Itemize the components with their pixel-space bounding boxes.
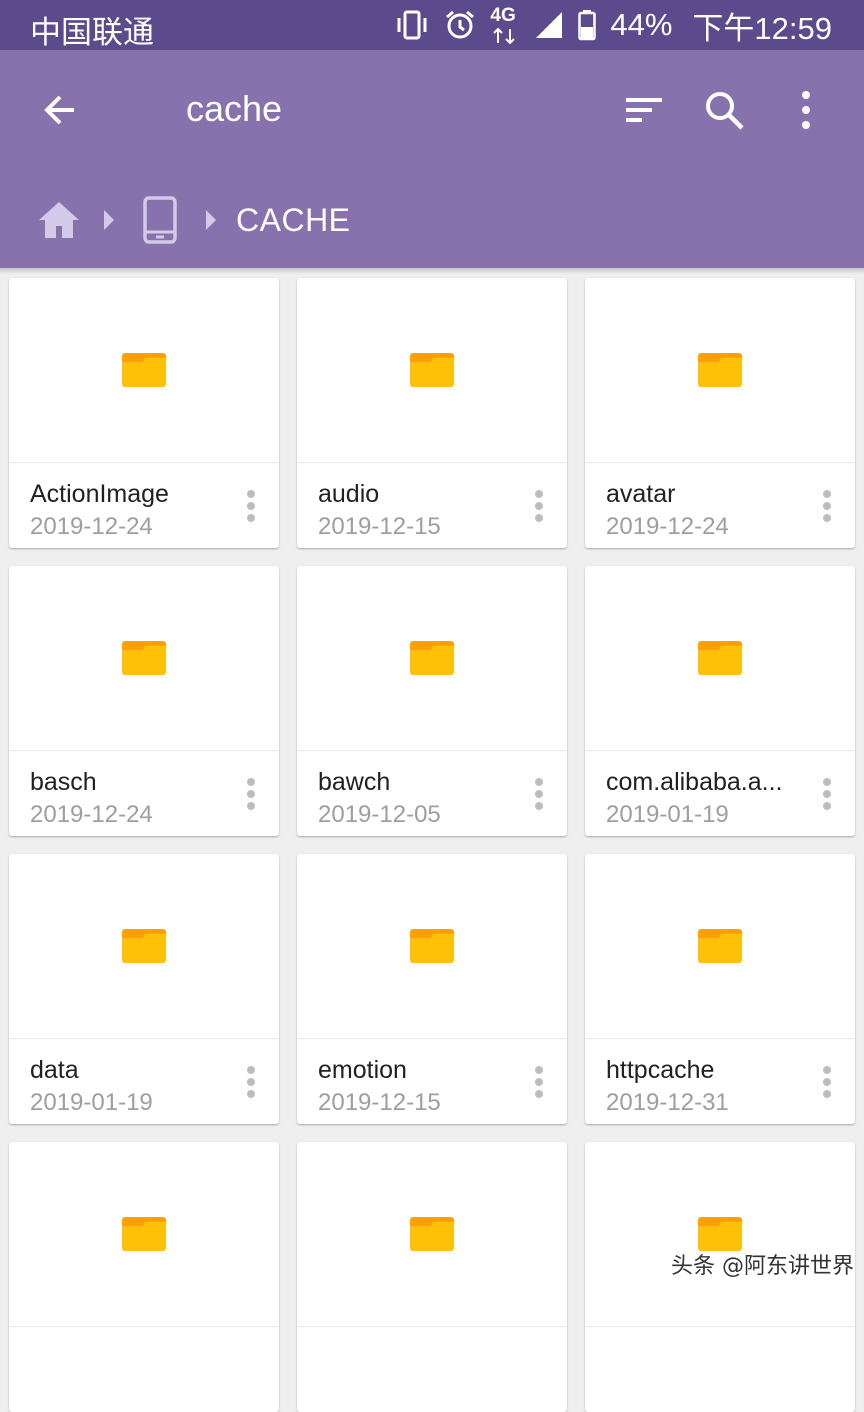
- folder-date: 2019-12-15: [318, 513, 441, 540]
- folder-date: 2019-01-19: [30, 1089, 153, 1116]
- folder-thumbnail: [297, 854, 567, 1039]
- folder-icon: [122, 1217, 166, 1251]
- folder-icon: [698, 1217, 742, 1251]
- folder-name: bawch: [318, 768, 391, 796]
- app-bar: cache CACHE: [0, 50, 864, 268]
- chevron-right-icon: [102, 209, 116, 231]
- alarm-icon: [444, 9, 476, 41]
- watermark: 头条 @阿东讲世界: [671, 1254, 854, 1279]
- more-vert-icon[interactable]: [237, 774, 265, 814]
- folder-name: basch: [30, 768, 97, 796]
- more-vert-icon[interactable]: [525, 774, 553, 814]
- status-icons: 4G 44% 下午12:59: [394, 0, 832, 50]
- folder-name: audio: [318, 480, 380, 508]
- folder-icon: [698, 641, 742, 675]
- folder-thumbnail: [297, 278, 567, 463]
- folder-thumbnail: [585, 566, 855, 751]
- folder-thumbnail: [9, 566, 279, 751]
- breadcrumb: CACHE: [0, 190, 864, 250]
- folder-name: emotion: [318, 1056, 407, 1084]
- more-vert-icon[interactable]: [782, 86, 830, 134]
- folder-thumbnail: [9, 854, 279, 1039]
- folder-card[interactable]: avatar 2019-12-24: [585, 278, 855, 548]
- folder-card[interactable]: bawch 2019-12-05: [297, 566, 567, 836]
- folder-date: 2019-12-15: [318, 1089, 441, 1116]
- page-title: cache: [186, 88, 283, 129]
- folder-card[interactable]: com.alibaba.a... 2019-01-19: [585, 566, 855, 836]
- more-vert-icon[interactable]: [525, 1062, 553, 1102]
- phone-icon[interactable]: [143, 196, 177, 244]
- folder-icon: [410, 929, 454, 963]
- folder-thumbnail: [585, 278, 855, 463]
- folder-date: 2019-12-24: [30, 513, 153, 540]
- more-vert-icon[interactable]: [813, 774, 841, 814]
- more-vert-icon[interactable]: [525, 486, 553, 526]
- folder-date: 2019-12-31: [606, 1089, 729, 1116]
- folder-icon: [122, 641, 166, 675]
- clock: 下午12:59: [692, 10, 832, 46]
- folder-card[interactable]: data 2019-01-19: [9, 854, 279, 1124]
- more-vert-icon[interactable]: [813, 486, 841, 526]
- folder-card[interactable]: [9, 1142, 279, 1412]
- folder-card[interactable]: emotion 2019-12-15: [297, 854, 567, 1124]
- folder-date: 2019-01-19: [606, 801, 729, 828]
- folder-card[interactable]: basch 2019-12-24: [9, 566, 279, 836]
- folder-icon: [122, 353, 166, 387]
- more-vert-icon[interactable]: [813, 1062, 841, 1102]
- folder-card[interactable]: audio 2019-12-15: [297, 278, 567, 548]
- back-arrow-icon[interactable]: [36, 86, 84, 134]
- folder-thumbnail: [297, 566, 567, 751]
- folder-icon: [410, 641, 454, 675]
- more-vert-icon[interactable]: [237, 1062, 265, 1102]
- folder-name: data: [30, 1056, 79, 1084]
- battery-percent: 44%: [610, 7, 673, 42]
- folder-name: ActionImage: [30, 480, 169, 508]
- folder-thumbnail: [585, 854, 855, 1039]
- folder-name: com.alibaba.a...: [606, 768, 783, 796]
- folder-card[interactable]: [297, 1142, 567, 1412]
- breadcrumb-current[interactable]: CACHE: [236, 202, 351, 239]
- folder-card[interactable]: ActionImage 2019-12-24: [9, 278, 279, 548]
- folder-date: 2019-12-24: [30, 801, 153, 828]
- folder-thumbnail: [585, 1142, 855, 1327]
- folder-thumbnail: [9, 1142, 279, 1327]
- app-bar-shadow: [0, 268, 864, 274]
- folder-icon: [698, 929, 742, 963]
- folder-thumbnail: [9, 278, 279, 463]
- carrier-label: 中国联通: [30, 15, 154, 50]
- folder-icon: [410, 353, 454, 387]
- vibrate-icon: [394, 9, 430, 41]
- folder-thumbnail: [297, 1142, 567, 1327]
- folder-icon: [122, 929, 166, 963]
- network-4g-icon: 4G: [490, 6, 520, 44]
- folder-icon: [698, 353, 742, 387]
- folder-date: 2019-12-24: [606, 513, 729, 540]
- home-icon[interactable]: [36, 199, 82, 241]
- folder-icon: [410, 1217, 454, 1251]
- more-vert-icon[interactable]: [237, 486, 265, 526]
- battery-icon: [578, 9, 597, 41]
- sort-icon[interactable]: [620, 86, 668, 134]
- search-icon[interactable]: [700, 86, 748, 134]
- chevron-right-icon: [204, 209, 218, 231]
- folder-name: httpcache: [606, 1056, 715, 1084]
- status-bar: 中国联通 4G 44% 下午12:59: [0, 0, 864, 50]
- folder-card[interactable]: httpcache 2019-12-31: [585, 854, 855, 1124]
- folder-date: 2019-12-05: [318, 801, 441, 828]
- folder-name: avatar: [606, 480, 676, 508]
- signal-icon: [534, 10, 564, 40]
